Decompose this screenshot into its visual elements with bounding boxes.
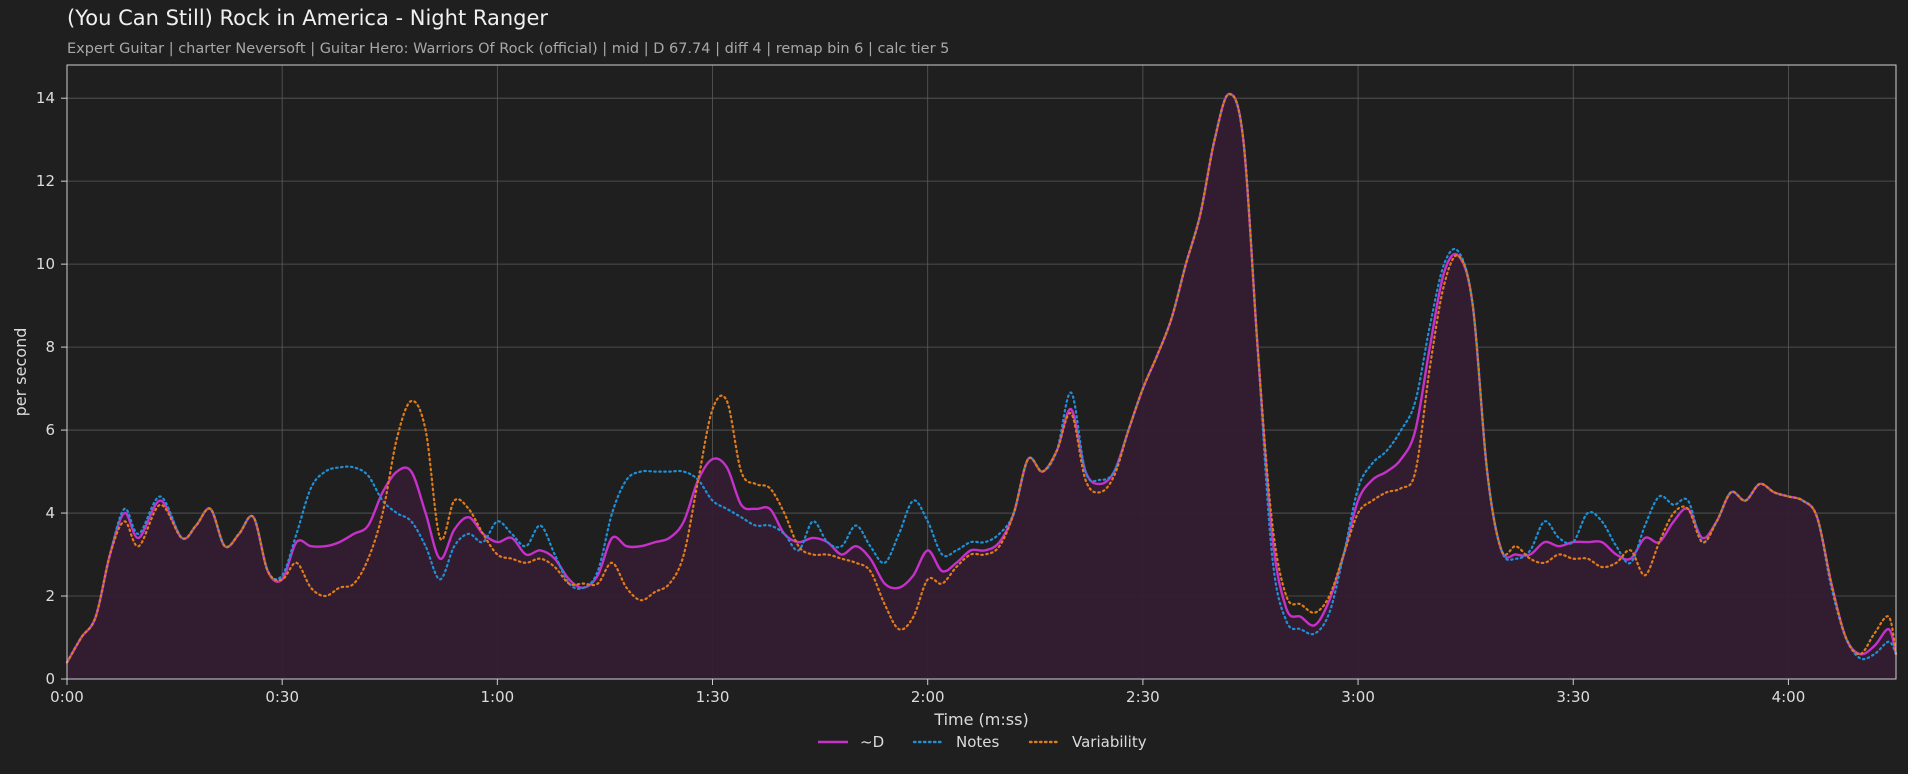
x-tick-label: 3:00 xyxy=(1341,688,1375,706)
x-tick-label: 0:00 xyxy=(50,688,84,706)
x-tick-label: 2:30 xyxy=(1126,688,1160,706)
x-tick-label: 0:30 xyxy=(265,688,299,706)
legend-label-variability: Variability xyxy=(1072,733,1147,751)
x-tick-label: 2:00 xyxy=(911,688,945,706)
y-tick-label: 2 xyxy=(45,587,55,605)
x-tick-label: 4:00 xyxy=(1772,688,1806,706)
y-axis-label: per second xyxy=(11,328,30,417)
x-tick-label: 3:30 xyxy=(1556,688,1590,706)
y-tick-label: 14 xyxy=(36,89,55,107)
legend: ~D Notes Variability xyxy=(818,733,1147,751)
x-tick-label: 1:00 xyxy=(481,688,515,706)
legend-label-notes: Notes xyxy=(956,733,1000,751)
x-axis-label: Time (m:ss) xyxy=(933,710,1028,729)
x-tick-label: 1:30 xyxy=(696,688,730,706)
y-tick-label: 12 xyxy=(36,172,55,190)
series-area-d xyxy=(67,94,1896,679)
legend-label-d: ~D xyxy=(860,733,884,751)
y-tick-label: 10 xyxy=(36,255,55,273)
series-layer xyxy=(65,92,1898,679)
y-tick-label: 0 xyxy=(45,670,55,688)
y-tick-label: 8 xyxy=(45,338,55,356)
line-chart: 0:00 0:30 1:00 1:30 2:00 2:30 3:00 3:30 4:00 0 2 4 6… xyxy=(11,64,1898,751)
y-tick-label: 6 xyxy=(45,421,55,439)
y-tick-label: 4 xyxy=(45,504,55,522)
